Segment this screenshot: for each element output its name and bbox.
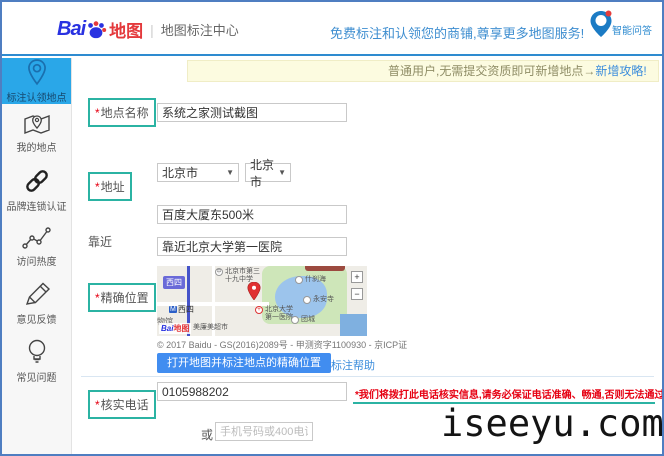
sidebar-item-annotate-claim[interactable]: 标注认领地点 <box>2 58 71 104</box>
red-map-pin-icon <box>247 282 261 300</box>
open-map-button[interactable]: 打开地图并标注地点的精确位置 <box>157 353 331 373</box>
hospital-name-line2: 第一医院 <box>265 314 293 321</box>
chevron-down-icon: ▼ <box>226 168 234 177</box>
place-name-label-text: 地点名称 <box>101 106 149 120</box>
sidebar-item-label: 意见反馈 <box>17 311 57 326</box>
address-label-text: 地址 <box>101 180 125 194</box>
poi-wall-text: 团城 <box>301 316 315 324</box>
precise-location-label: *精确位置 <box>88 283 156 312</box>
required-asterisk: * <box>95 291 100 305</box>
address-label: *地址 <box>88 172 132 201</box>
map-zoom-in-button[interactable]: + <box>351 271 363 283</box>
notice-link[interactable]: 新增攻略! <box>595 64 646 78</box>
header: Bai 地图 | 地图标注中心 免费标注和认领您的商铺,尊享更多地图服务! <box>2 2 662 56</box>
baidu-map-annotation-page: Bai 地图 | 地图标注中心 免费标注和认领您的商铺,尊享更多地图服务! <box>0 0 664 456</box>
sidebar-item-feedback[interactable]: 意见反馈 <box>2 275 71 332</box>
near-label: 靠近 <box>88 233 112 250</box>
sidebar-item-visit-heat[interactable]: 访问热度 <box>2 218 71 275</box>
district-select[interactable]: 北京市▼ <box>245 163 291 182</box>
place-name-label: *地点名称 <box>88 98 156 127</box>
smart-qa-button[interactable]: 智能问答 <box>586 8 652 40</box>
chain-link-icon <box>23 167 51 195</box>
sidebar-item-label: 标注认领地点 <box>7 89 67 104</box>
verify-phone-label: *核实电话 <box>88 390 156 419</box>
or-label: 或 <box>201 426 213 443</box>
near-input[interactable] <box>157 237 347 256</box>
sidebar-item-my-places[interactable]: 我的地点 <box>2 104 71 161</box>
qa-label: 智能问答 <box>612 22 652 37</box>
map-market-label: 美廉美超市 <box>193 324 228 332</box>
city-select-value: 北京市 <box>162 164 198 181</box>
hospital-icon: + <box>255 306 263 314</box>
map-zoom-out-button[interactable]: − <box>351 288 363 300</box>
watermark: iseeyu.com <box>441 402 664 445</box>
station-name: 西四 <box>178 304 194 315</box>
poi-lake-text: 什刹海 <box>305 276 326 284</box>
header-promo-text: 免费标注和认领您的商铺,尊享更多地图服务! <box>330 23 584 42</box>
alt-phone-input[interactable] <box>215 422 313 441</box>
verify-phone-input[interactable] <box>157 382 347 401</box>
map-poi-lake-label: 什刹海 <box>295 276 326 284</box>
poi-icon <box>291 316 299 324</box>
precise-location-label-text: 精确位置 <box>101 291 149 305</box>
map-poi-wall-label: 团城 <box>291 316 315 324</box>
map-water-corner <box>340 314 367 336</box>
chevron-down-icon: ▼ <box>278 168 286 177</box>
map-metro-station: M西四 <box>169 304 194 315</box>
sidebar-item-brand-chain[interactable]: 品牌连锁认证 <box>2 161 71 218</box>
map-logo-bai: Bai <box>161 324 173 333</box>
paw-icon <box>85 20 107 40</box>
poi-icon <box>295 276 303 284</box>
street-address-input[interactable] <box>157 205 347 224</box>
site-title: 地图标注中心 <box>161 20 239 39</box>
notice-text: 普通用户,无需提交资质即可新增地点→ <box>388 64 595 78</box>
map-hospital-label: + 北京大学第一医院 <box>255 306 293 322</box>
pencil-icon <box>23 282 51 308</box>
hospital-name-line1: 北京大学 <box>265 306 293 313</box>
sidebar: 标注认领地点 我的地点 品牌连锁认证 <box>2 58 72 454</box>
verify-phone-label-text: 核实电话 <box>101 398 149 412</box>
school-icon: 中 <box>215 268 223 276</box>
map-copyright: © 2017 Baidu - GS(2016)2089号 - 甲测资字11009… <box>157 338 407 351</box>
metro-icon: M <box>169 306 177 313</box>
main-content: 普通用户,无需提交资质即可新增地点→新增攻略! *地点名称 *地址 北京市▼ 北… <box>73 58 662 454</box>
map-preview[interactable]: 西四 M西四 物馆 中 北京市第三十九中学 + 北京大学第一医院 美廉美超市 什… <box>157 266 367 336</box>
lightbulb-icon <box>25 338 49 366</box>
sidebar-item-label: 品牌连锁认证 <box>7 198 67 213</box>
school-name-line1: 北京市第三 <box>225 268 260 275</box>
logo-bai-text: Bai <box>57 18 85 41</box>
my-places-icon <box>23 112 51 136</box>
place-name-input[interactable] <box>157 103 347 122</box>
sidebar-item-label: 我的地点 <box>17 139 57 154</box>
sidebar-item-faq[interactable]: 常见问题 <box>2 332 71 389</box>
phone-warning-text: *我们将拨打此电话核实信息,请务必保证电话准确、畅通,否则无法通过审核! <box>355 386 664 401</box>
annotation-help-link[interactable]: 标注帮助 <box>331 357 375 373</box>
logo-divider: | <box>150 22 154 38</box>
map-logo-map: 地图 <box>173 324 189 333</box>
city-select[interactable]: 北京市 ▼ <box>157 163 239 182</box>
map-poi-temple-label: 永安寺 <box>303 296 334 304</box>
map-baidu-logo: Bai地图 <box>159 323 191 334</box>
baidu-map-logo[interactable]: Bai 地图 | 地图标注中心 <box>57 17 239 42</box>
trend-chart-icon <box>22 226 52 250</box>
sidebar-item-label: 常见问题 <box>17 369 57 384</box>
required-asterisk: * <box>95 398 100 412</box>
poi-temple-text: 永安寺 <box>313 296 334 304</box>
section-divider <box>81 376 654 377</box>
sidebar-item-label: 访问热度 <box>17 253 57 268</box>
notice-bar: 普通用户,无需提交资质即可新增地点→新增攻略! <box>187 60 659 82</box>
required-asterisk: * <box>95 106 100 120</box>
poi-icon <box>303 296 311 304</box>
required-asterisk: * <box>95 180 100 194</box>
map-pin-icon <box>24 58 50 86</box>
district-select-value: 北京市 <box>250 156 274 190</box>
map-road-label-fragment <box>305 266 345 271</box>
logo-map-text: 地图 <box>109 17 143 42</box>
map-road-badge: 西四 <box>163 276 185 289</box>
